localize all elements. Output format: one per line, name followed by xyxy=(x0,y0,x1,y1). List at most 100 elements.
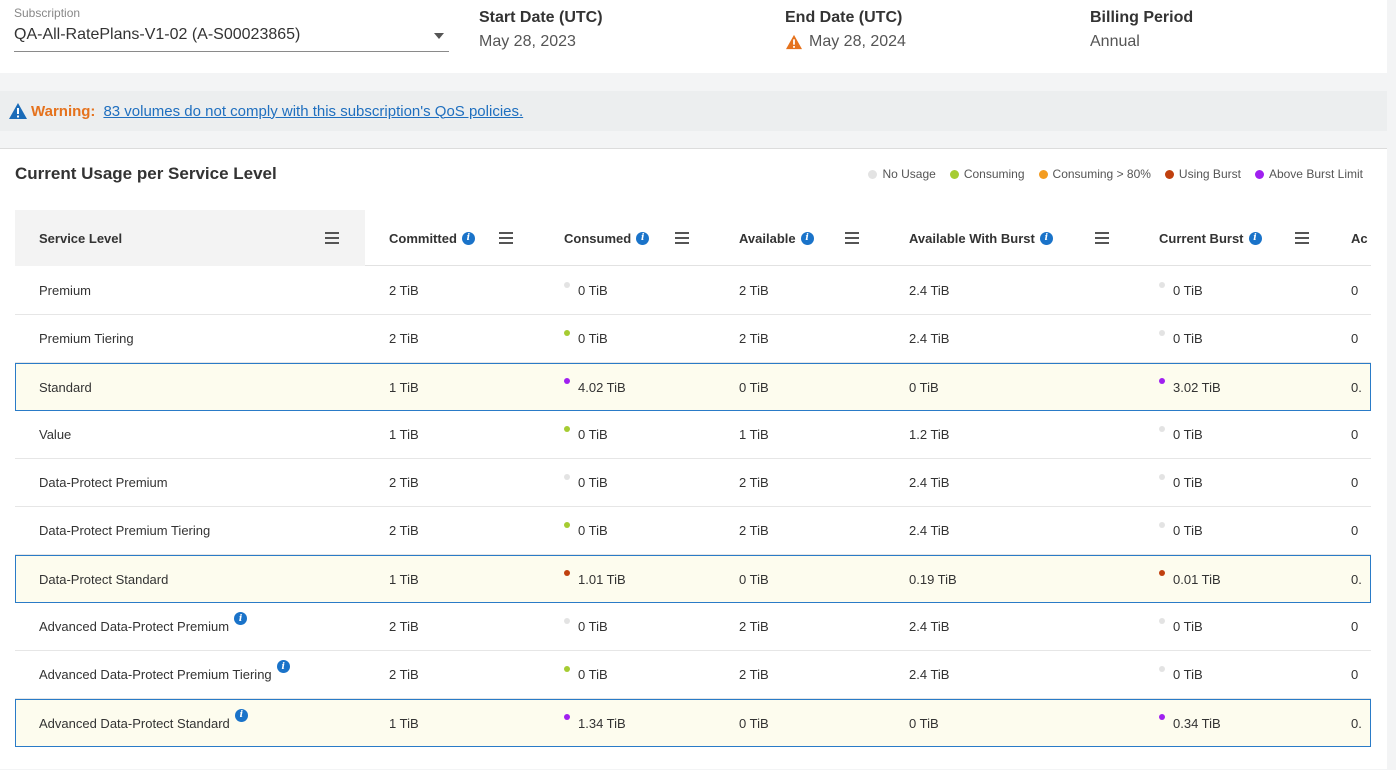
billing-period: Billing Period Annual xyxy=(1090,9,1193,51)
table-row[interactable]: Value 1 TiB 0 TiB 1 TiB 1.2 TiB 0 TiB 0 xyxy=(15,411,1371,459)
cell-value: 0 TiB xyxy=(739,715,769,731)
cell-value: 2.4 TiB xyxy=(909,667,950,682)
cell-value: 2.4 TiB xyxy=(909,475,950,490)
table-row[interactable]: Advanced Data-Protect Premium Tiering i 2 … xyxy=(15,651,1371,699)
table-cell: Data-Protect Premium Tiering xyxy=(39,507,210,554)
cell-value: 2 TiB xyxy=(389,283,419,298)
column-header[interactable]: Available i xyxy=(739,210,814,266)
status-dot-icon xyxy=(1159,281,1165,288)
cell-value: 2 TiB xyxy=(389,523,419,538)
cell-value: 0 xyxy=(1351,427,1359,442)
column-menu-icon[interactable] xyxy=(675,232,689,244)
cell-value: 3.02 TiB xyxy=(1173,379,1221,395)
cell-value: 2.4 TiB xyxy=(909,523,950,538)
status-dot-icon xyxy=(564,473,570,480)
info-icon[interactable]: i xyxy=(1039,231,1053,245)
table-cell: Data-Protect Premium xyxy=(39,459,168,506)
table-cell: 0 TiB xyxy=(739,364,769,410)
warning-icon xyxy=(786,34,802,50)
table-cell: Premium xyxy=(39,267,91,314)
column-menu-icon[interactable] xyxy=(325,232,339,244)
table-cell: 2 TiB xyxy=(389,459,419,506)
column-header-label: Available With Burst xyxy=(909,230,1035,246)
service-level-name: Data-Protect Premium Tiering xyxy=(39,523,211,538)
table-cell: 2 TiB xyxy=(389,267,419,314)
cell-value: 2.4 TiB xyxy=(909,283,950,298)
table-cell: 3.02 TiB xyxy=(1159,364,1221,410)
column-menu-icon[interactable] xyxy=(1095,232,1109,244)
legend-item: No Usage xyxy=(868,167,936,181)
legend-item: Using Burst xyxy=(1164,167,1241,181)
warning-icon xyxy=(9,103,27,119)
table-cell: 0 TiB xyxy=(739,556,769,602)
cell-value: 0. xyxy=(1351,571,1362,587)
table-cell: Advanced Data-Protect Premium Tiering i xyxy=(39,651,290,698)
table-cell: 0 TiB xyxy=(909,364,939,410)
table-cell: 2 TiB xyxy=(389,651,419,698)
cell-value: 0.01 TiB xyxy=(1173,571,1221,587)
legend-item: Consuming > 80% xyxy=(1038,167,1151,181)
table-cell: 2.4 TiB xyxy=(909,315,949,362)
column-header[interactable]: Consumed i xyxy=(564,210,650,266)
column-header[interactable]: Current Burst i xyxy=(1159,210,1262,266)
column-header[interactable]: Committed i xyxy=(389,210,475,266)
cell-value: 0 TiB xyxy=(909,715,939,731)
column-header[interactable]: Ac xyxy=(1351,210,1368,266)
subscription-select[interactable]: QA-All-RatePlans-V1-02 (A-S00023865) xyxy=(14,23,449,52)
status-dot-icon xyxy=(868,169,878,179)
legend-item: Consuming xyxy=(949,167,1025,181)
column-menu-icon[interactable] xyxy=(1295,232,1309,244)
table-cell: 0.19 TiB xyxy=(909,556,957,602)
info-icon[interactable]: i xyxy=(800,231,814,245)
column-header[interactable]: Service Level xyxy=(15,210,365,266)
cell-value: 0 TiB xyxy=(1173,427,1203,442)
table-row[interactable]: Data-Protect Premium Tiering 2 TiB 0 TiB 2 … xyxy=(15,507,1371,555)
cell-value: 1 TiB xyxy=(389,571,419,587)
cell-value: 0 TiB xyxy=(1173,667,1203,682)
cell-value: 2 TiB xyxy=(739,667,769,682)
table-row[interactable]: Standard 1 TiB 4.02 TiB 0 TiB 0 TiB 3.02 TiB 0… xyxy=(15,363,1371,411)
column-header[interactable]: Available With Burst i xyxy=(909,210,1053,266)
table-row[interactable]: Advanced Data-Protect Standard i 1 TiB 1.34… xyxy=(15,699,1371,747)
info-icon[interactable]: i xyxy=(276,660,290,673)
cell-value: 2 TiB xyxy=(389,619,419,634)
cell-value: 1.01 TiB xyxy=(578,571,626,587)
legend-item: Above Burst Limit xyxy=(1254,167,1363,181)
table-header-row: Service Level Committed i Consumed i Availabl… xyxy=(15,210,1371,266)
info-icon[interactable]: i xyxy=(461,231,475,245)
table-cell: 2.4 TiB xyxy=(909,507,949,554)
status-dot-icon xyxy=(1159,378,1165,384)
table-row[interactable]: Data-Protect Premium 2 TiB 0 TiB 2 TiB 2.4 T… xyxy=(15,459,1371,507)
table-cell: 2.4 TiB xyxy=(909,267,949,314)
info-icon[interactable]: i xyxy=(234,612,248,625)
qos-noncompliance-link[interactable]: 83 volumes do not comply with this subsc… xyxy=(103,103,523,120)
info-icon[interactable]: i xyxy=(234,708,248,722)
table-row[interactable]: Premium Tiering 2 TiB 0 TiB 2 TiB 2.4 TiB 0 T… xyxy=(15,315,1371,363)
status-dot-icon xyxy=(564,425,570,432)
column-menu-icon[interactable] xyxy=(499,232,513,244)
service-level-name: Data-Protect Standard xyxy=(39,571,169,587)
status-dot-icon xyxy=(564,714,570,720)
table-cell: 0 TiB xyxy=(1159,459,1203,506)
cell-value: 0 TiB xyxy=(578,427,608,442)
table-cell: 0 TiB xyxy=(564,603,608,650)
table-cell: Value xyxy=(39,411,71,458)
table-cell: 1.34 TiB xyxy=(564,700,626,746)
cell-value: 0. xyxy=(1351,715,1362,731)
column-header-label: Committed xyxy=(389,230,457,246)
info-icon[interactable]: i xyxy=(1248,231,1262,245)
table-cell: 2.4 TiB xyxy=(909,459,949,506)
table-cell: 0 TiB xyxy=(564,507,608,554)
table-cell: 2.4 TiB xyxy=(909,651,949,698)
table-cell: 0 TiB xyxy=(1159,411,1203,458)
info-icon[interactable]: i xyxy=(636,231,650,245)
status-dot-icon xyxy=(564,617,570,624)
column-menu-icon[interactable] xyxy=(845,232,859,244)
table-row[interactable]: Premium 2 TiB 0 TiB 2 TiB 2.4 TiB 0 TiB 0 xyxy=(15,267,1371,315)
table-row[interactable]: Advanced Data-Protect Premium i 2 TiB 0 TiB… xyxy=(15,603,1371,651)
status-dot-icon xyxy=(1159,570,1165,576)
table-cell: 2 TiB xyxy=(739,315,769,362)
table-cell: 0 TiB xyxy=(1159,507,1203,554)
table-row[interactable]: Data-Protect Standard 1 TiB 1.01 TiB 0 TiB 0… xyxy=(15,555,1371,603)
table-cell: 0 TiB xyxy=(1159,603,1203,650)
